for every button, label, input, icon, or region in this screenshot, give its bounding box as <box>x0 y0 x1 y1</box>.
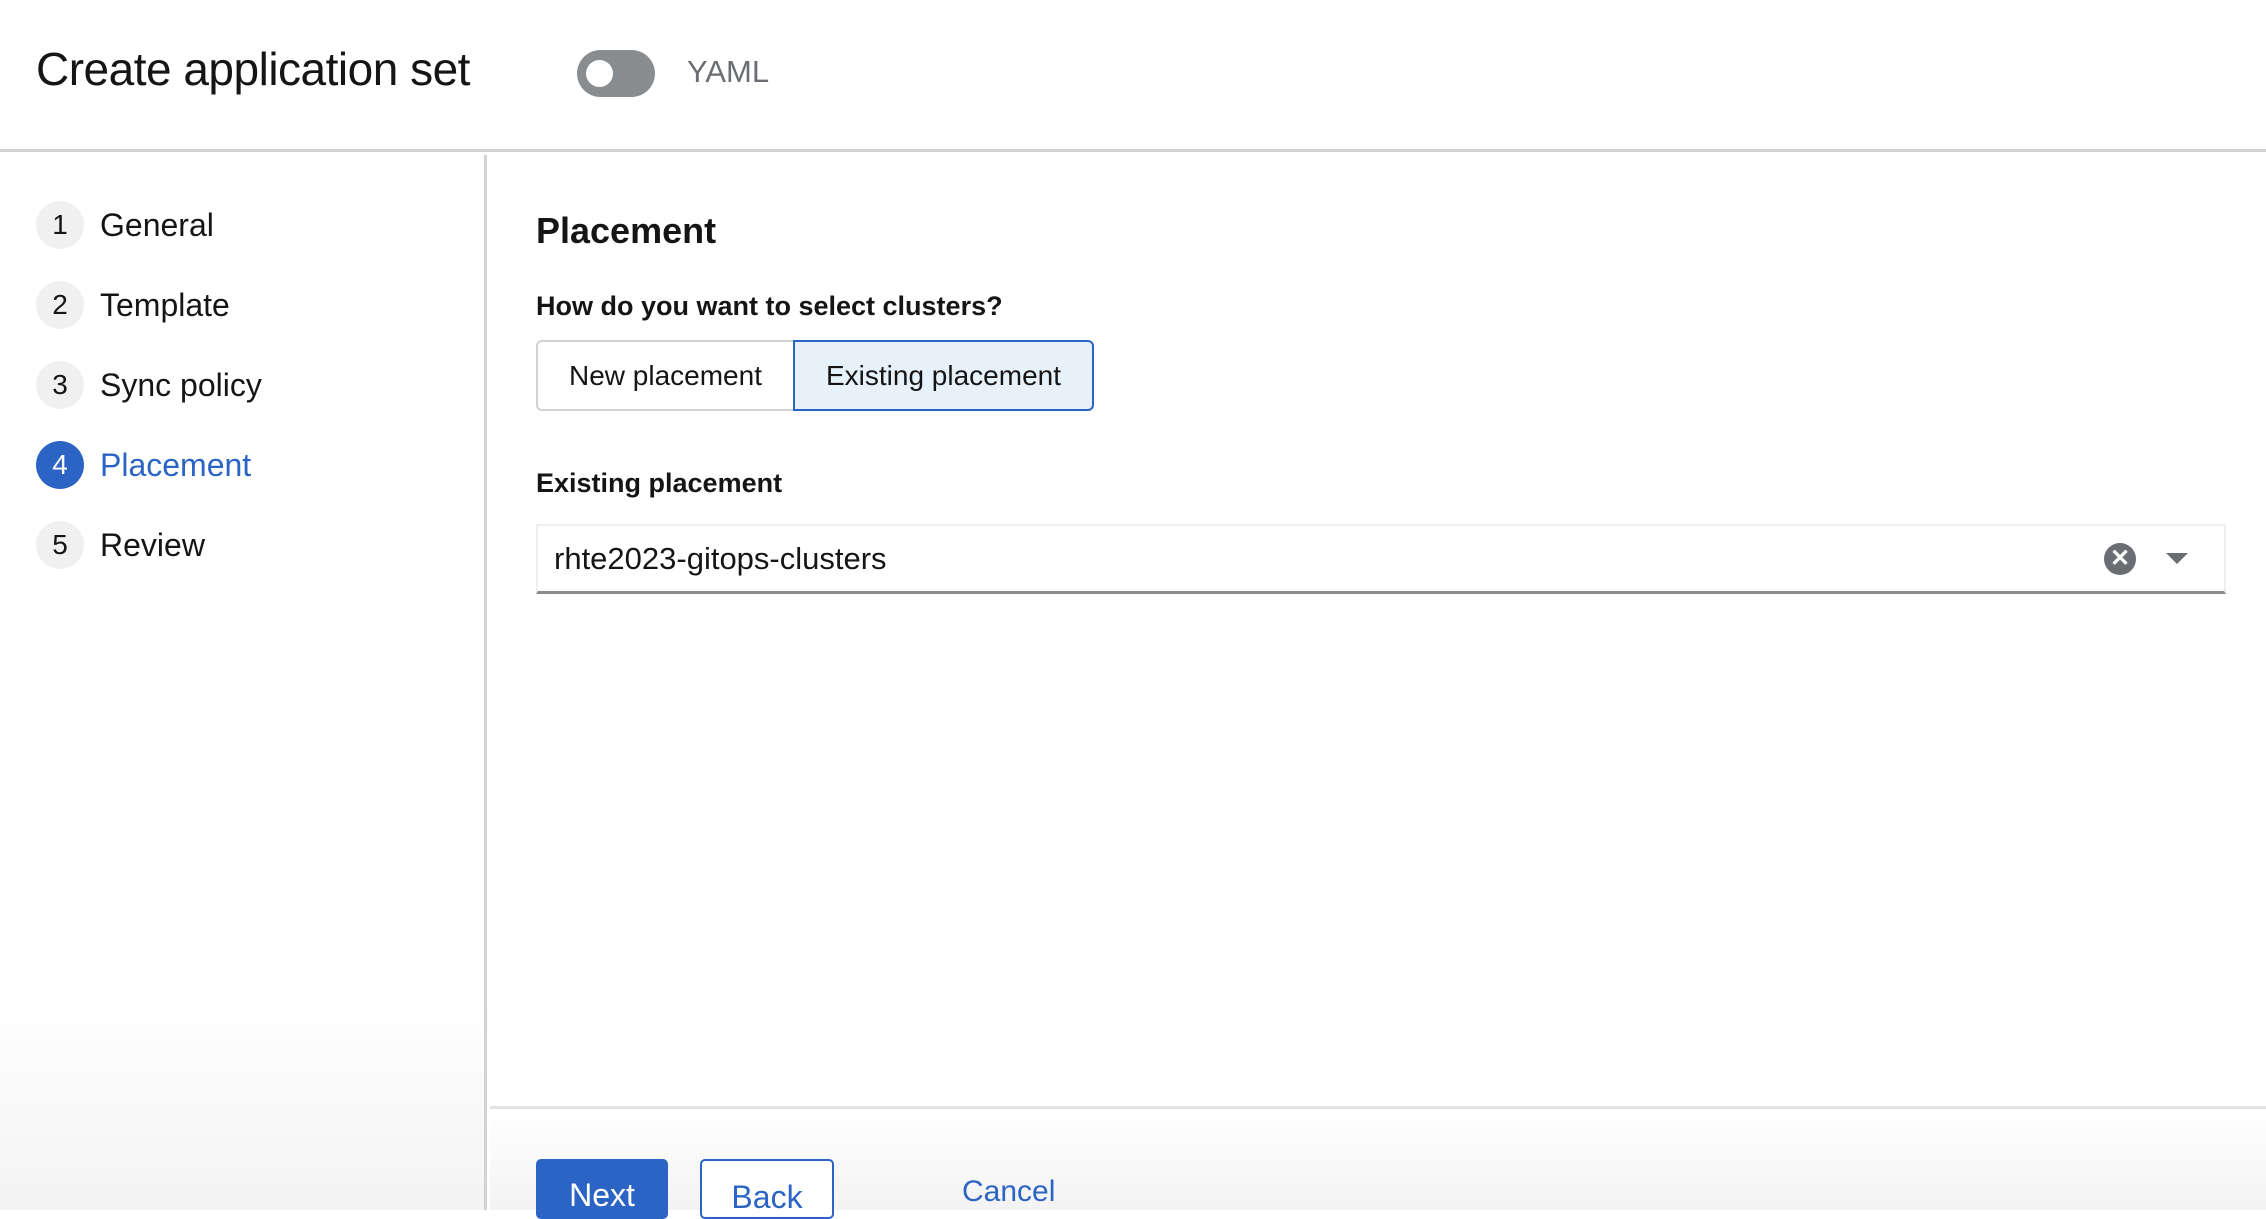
step-label: Sync policy <box>100 366 262 403</box>
nav-step-sync-policy[interactable]: 3 Sync policy <box>36 360 262 410</box>
nav-step-review[interactable]: 5 Review <box>36 520 205 570</box>
select-clusters-question: How do you want to select clusters? <box>536 291 1003 321</box>
page-header: Create application set YAML <box>0 0 2266 152</box>
step-label: Template <box>100 286 230 323</box>
step-number: 3 <box>36 361 84 409</box>
caret-down-icon[interactable] <box>2166 553 2188 564</box>
step-label: Placement <box>100 446 252 483</box>
section-title: Placement <box>536 210 717 251</box>
clear-icon[interactable]: ✕ <box>2104 542 2136 575</box>
placement-toggle-group: New placement Existing placement <box>536 340 1094 411</box>
step-label: Review <box>100 526 205 563</box>
select-value: rhte2023-gitops-clusters <box>554 540 887 576</box>
new-placement-button[interactable]: New placement <box>536 340 793 411</box>
existing-placement-select[interactable]: rhte2023-gitops-clusters ✕ <box>536 524 2226 594</box>
toggle-knob <box>586 60 613 87</box>
nav-step-general[interactable]: 1 General <box>36 200 214 250</box>
nav-step-placement[interactable]: 4 Placement <box>36 440 251 490</box>
page-title: Create application set <box>36 43 470 95</box>
yaml-toggle[interactable] <box>577 50 655 97</box>
step-number: 1 <box>36 201 84 249</box>
step-number: 2 <box>36 281 84 329</box>
yaml-toggle-label: YAML <box>687 54 770 89</box>
step-number: 4 <box>36 441 84 489</box>
next-button[interactable]: Next <box>536 1159 668 1219</box>
cancel-link[interactable]: Cancel <box>962 1175 1055 1209</box>
existing-placement-label: Existing placement <box>536 468 783 498</box>
nav-step-template[interactable]: 2 Template <box>36 280 230 330</box>
existing-placement-button[interactable]: Existing placement <box>792 340 1094 411</box>
step-number: 5 <box>36 521 84 569</box>
wizard-body: Placement How do you want to select clus… <box>490 155 2266 1106</box>
wizard-nav: 1 General 2 Template 3 Sync policy 4 Placeme… <box>0 155 487 1210</box>
step-label: General <box>100 206 214 243</box>
wizard-footer: Next Back Cancel <box>490 1106 2266 1219</box>
back-button[interactable]: Back <box>700 1159 834 1219</box>
